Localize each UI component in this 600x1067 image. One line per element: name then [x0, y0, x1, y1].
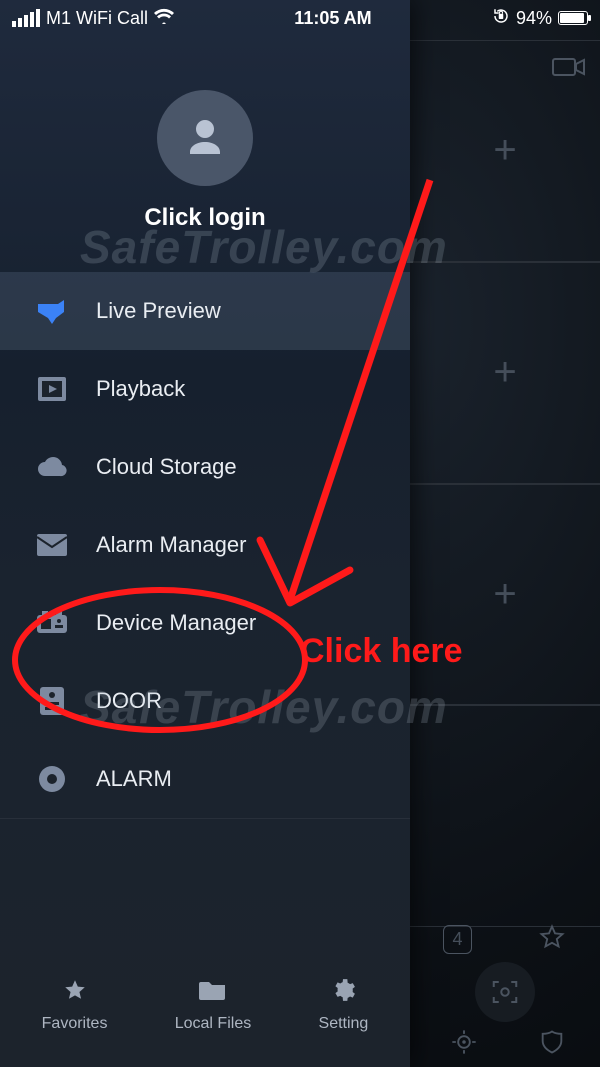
plus-icon: +: [493, 350, 516, 395]
menu-item-live-preview[interactable]: Live Preview: [0, 272, 410, 350]
menu-label: DOOR: [96, 688, 162, 714]
grid-cell[interactable]: +: [410, 484, 600, 706]
menu-item-device-manager[interactable]: Device Manager: [0, 584, 410, 662]
menu-item-cloud-storage[interactable]: Cloud Storage: [0, 428, 410, 506]
star-outline-icon[interactable]: [538, 923, 566, 956]
shield-icon[interactable]: [538, 1028, 566, 1061]
camera-icon: [34, 296, 70, 326]
menu-item-playback[interactable]: Playback: [0, 350, 410, 428]
grid-size-badge[interactable]: 4: [443, 925, 471, 954]
rotation-lock-icon: [492, 7, 510, 30]
clock: 11:05 AM: [294, 8, 371, 29]
drawer-header: Click login: [0, 0, 410, 272]
preview-grid: + + +: [410, 40, 600, 927]
tab-setting[interactable]: Setting: [319, 975, 369, 1033]
grid-cell[interactable]: +: [410, 262, 600, 484]
person-icon: [181, 114, 229, 162]
disc-icon: [34, 764, 70, 794]
plus-icon: +: [493, 128, 516, 173]
intercom-icon: [34, 686, 70, 716]
grid-cell[interactable]: [410, 705, 600, 927]
tab-label: Local Files: [175, 1015, 251, 1033]
drawer-menu: Live Preview Playback Cloud Storage Alar…: [0, 272, 410, 818]
avatar[interactable]: [157, 90, 253, 186]
tab-local-files[interactable]: Local Files: [175, 975, 251, 1033]
focus-icon[interactable]: [475, 962, 535, 1022]
folder-icon: [198, 975, 228, 1005]
mail-icon: [34, 530, 70, 560]
plus-icon: +: [493, 572, 516, 617]
menu-label: ALARM: [96, 766, 172, 792]
grid-cell[interactable]: +: [410, 40, 600, 262]
battery-percent: 94%: [516, 8, 552, 29]
device-icon: [34, 608, 70, 638]
tab-label: Setting: [319, 1015, 369, 1033]
divider: [0, 818, 410, 819]
login-link[interactable]: Click login: [0, 204, 410, 232]
tab-favorites[interactable]: Favorites: [42, 975, 108, 1033]
menu-label: Live Preview: [96, 298, 221, 324]
menu-label: Device Manager: [96, 610, 256, 636]
film-icon: [34, 374, 70, 404]
menu-item-alarm-manager[interactable]: Alarm Manager: [0, 506, 410, 584]
menu-label: Cloud Storage: [96, 454, 237, 480]
cloud-icon: [34, 452, 70, 482]
menu-label: Playback: [96, 376, 185, 402]
locate-icon[interactable]: [450, 1028, 478, 1061]
star-icon: [60, 975, 90, 1005]
bottom-toolbar: 4: [410, 917, 600, 1067]
tab-label: Favorites: [42, 1015, 108, 1033]
status-bar: M1 WiFi Call 11:05 AM 94%: [0, 0, 600, 36]
menu-label: Alarm Manager: [96, 532, 246, 558]
drawer-tabs: Favorites Local Files Setting: [0, 953, 410, 1067]
menu-item-alarm[interactable]: ALARM: [0, 740, 410, 818]
carrier-label: M1 WiFi Call: [46, 8, 148, 29]
wifi-icon: [154, 8, 174, 29]
menu-item-door[interactable]: DOOR: [0, 662, 410, 740]
gear-icon: [328, 975, 358, 1005]
battery-icon: [558, 11, 588, 25]
signal-icon: [12, 9, 40, 27]
side-drawer: Click login Live Preview Playback Cloud …: [0, 0, 410, 1067]
